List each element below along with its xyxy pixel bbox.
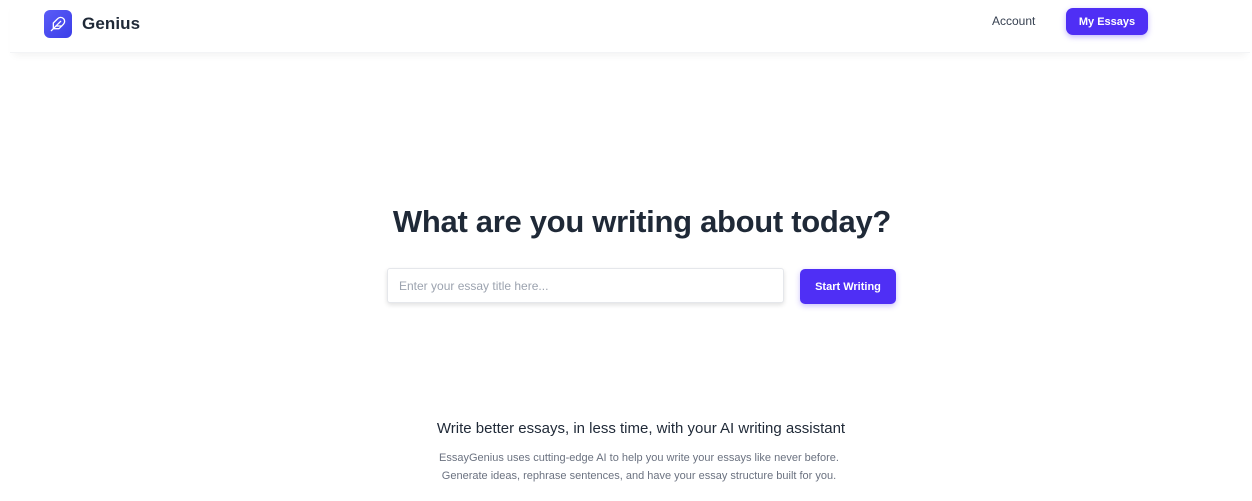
account-link[interactable]: Account <box>992 13 1035 29</box>
my-essays-button[interactable]: My Essays <box>1066 8 1148 35</box>
essay-title-input[interactable] <box>387 268 784 303</box>
top-navbar: Genius Account My Essays <box>10 0 1250 53</box>
feature-heading: Write better essays, in less time, with … <box>436 420 846 437</box>
feature-description: EssayGenius uses cutting-edge AI to help… <box>439 452 839 482</box>
page-title: What are you writing about today? <box>392 204 892 239</box>
brand-name: Genius <box>82 14 141 33</box>
brand-logo[interactable]: Genius <box>44 10 140 38</box>
start-writing-button[interactable]: Start Writing <box>800 269 896 304</box>
feather-icon <box>44 10 72 38</box>
